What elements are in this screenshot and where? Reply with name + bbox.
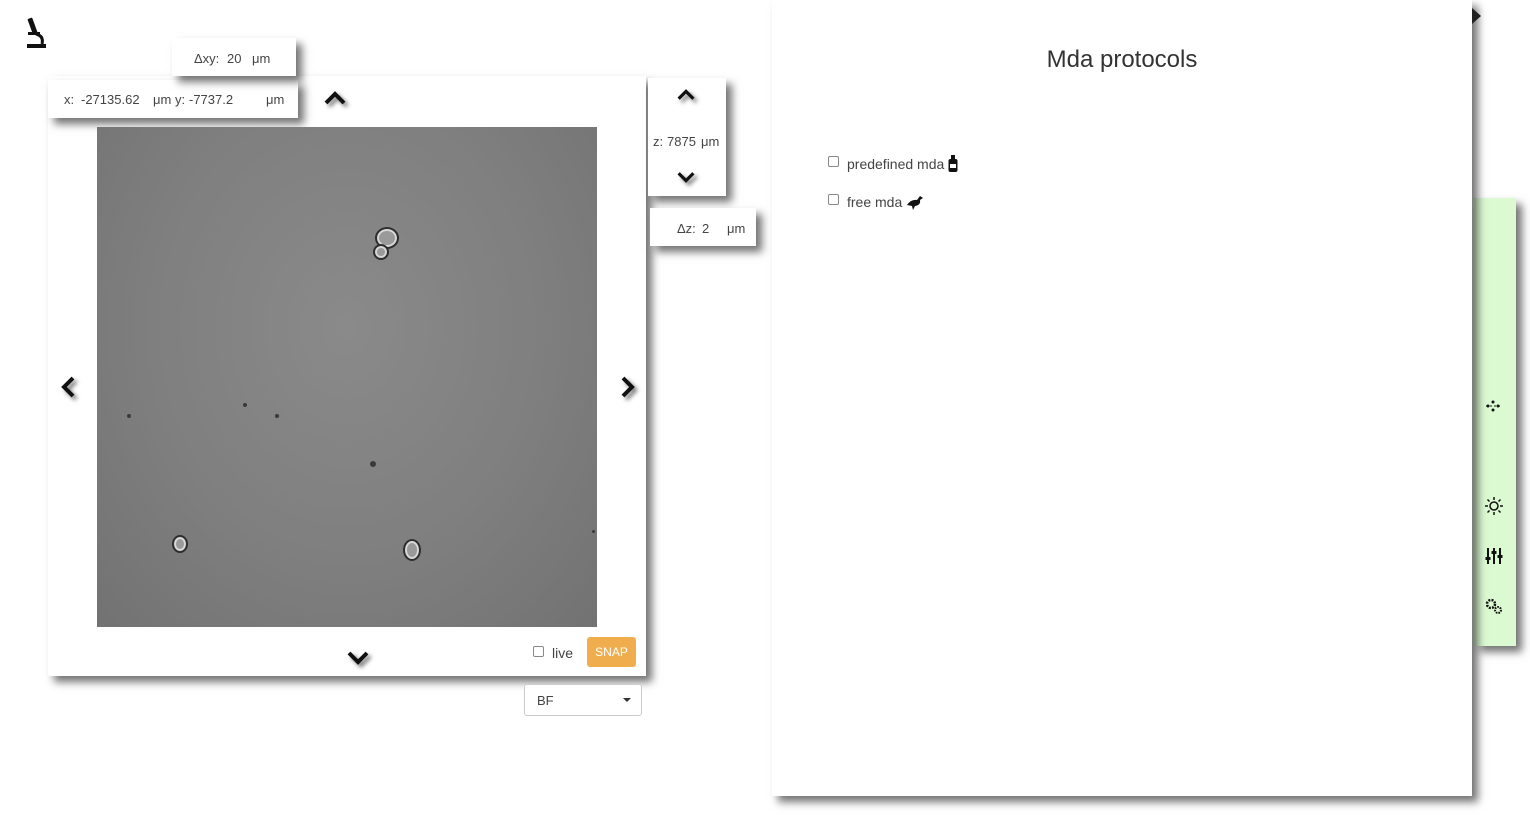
free-mda-checkbox[interactable] xyxy=(828,194,839,205)
cell xyxy=(403,539,421,561)
microscope-icon[interactable] xyxy=(24,16,48,50)
bottle-icon xyxy=(947,155,959,173)
z-unit: μm xyxy=(701,134,720,149)
particle xyxy=(370,461,376,467)
move-down-chevron-icon[interactable] xyxy=(345,644,371,670)
cell xyxy=(172,535,188,553)
dxy-label: Δxy: xyxy=(194,51,220,66)
mda-protocols-panel: Mda protocols predefined mda free mda xyxy=(772,0,1472,796)
scatter-icon[interactable] xyxy=(1484,396,1504,416)
xy-position-card: x: -27135.62 μm y: -7737.2 μm xyxy=(48,80,298,118)
dz-step-card: Δz: 2 μm xyxy=(650,208,756,246)
channel-select[interactable]: BF xyxy=(524,684,642,716)
move-up-chevron-icon[interactable] xyxy=(322,86,348,112)
bird-icon xyxy=(905,193,925,211)
collapse-arrow-icon[interactable] xyxy=(1472,8,1481,24)
predefined-mda-checkbox[interactable] xyxy=(828,156,839,167)
particle xyxy=(127,414,131,418)
gears-icon[interactable] xyxy=(1484,596,1504,616)
tool-strip xyxy=(1474,198,1516,646)
brightness-icon[interactable] xyxy=(1484,496,1504,516)
cell xyxy=(373,244,389,260)
particle xyxy=(243,403,247,407)
predefined-mda-label: predefined mda xyxy=(847,156,945,172)
caret-down-icon xyxy=(623,698,631,702)
z-label: z: xyxy=(653,134,664,149)
z-up-chevron-icon[interactable] xyxy=(674,84,698,108)
particle xyxy=(275,414,279,418)
live-label: live xyxy=(552,645,574,661)
z-position-card: z: 7875 μm xyxy=(648,78,726,196)
live-checkbox[interactable] xyxy=(533,646,544,657)
microscope-image[interactable] xyxy=(97,127,597,627)
x-label: x: xyxy=(64,92,75,107)
panel-title: Mda protocols xyxy=(1046,46,1198,73)
dxy-unit: μm xyxy=(252,51,271,66)
sliders-icon[interactable] xyxy=(1484,546,1504,566)
particle xyxy=(592,530,595,533)
dxy-step-input[interactable]: 20 xyxy=(227,51,241,66)
z-down-chevron-icon[interactable] xyxy=(674,164,698,188)
free-mda-label: free mda xyxy=(847,194,903,210)
y-label: y: xyxy=(175,92,186,107)
move-right-chevron-icon[interactable] xyxy=(614,374,640,400)
z-position-input[interactable]: 7875 xyxy=(667,134,696,149)
y-unit: μm xyxy=(266,92,285,107)
snap-button[interactable]: SNAP xyxy=(587,637,636,667)
dxy-step-card: Δxy: 20 μm xyxy=(172,38,296,76)
x-unit: μm xyxy=(153,92,172,107)
channel-selected-value: BF xyxy=(537,693,554,708)
x-position-input[interactable]: -27135.62 xyxy=(81,92,140,107)
dz-label: Δz: xyxy=(677,221,696,236)
move-left-chevron-icon[interactable] xyxy=(56,374,82,400)
y-position-input[interactable]: -7737.2 xyxy=(189,92,233,107)
dz-unit: μm xyxy=(727,221,746,236)
dz-step-input[interactable]: 2 xyxy=(702,221,709,236)
